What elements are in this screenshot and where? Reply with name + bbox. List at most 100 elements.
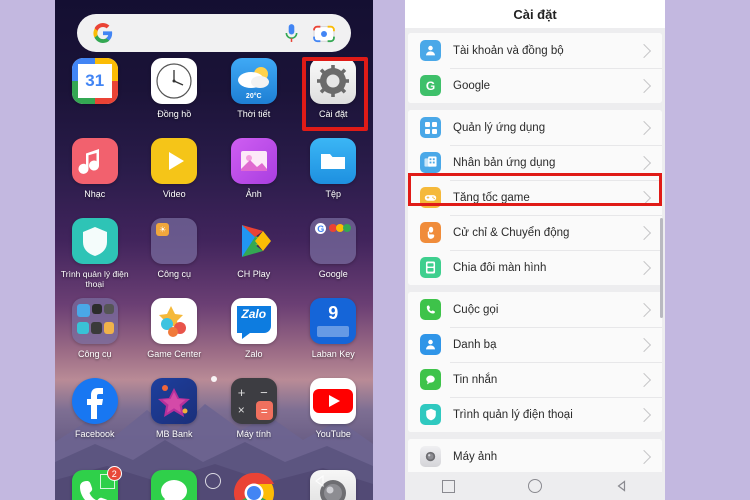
settings-row-phone-manager[interactable]: Trình quản lý điện thoại bbox=[408, 397, 662, 432]
circle-home-icon[interactable] bbox=[205, 473, 222, 489]
settings-row-label: Máy ảnh bbox=[453, 450, 498, 463]
game-center-icon bbox=[151, 298, 198, 344]
settings-scrollbar[interactable] bbox=[660, 218, 663, 318]
google-search-bar[interactable] bbox=[77, 14, 351, 52]
app-label: Trình quản lý điện thoại bbox=[60, 269, 129, 289]
app-game-center[interactable]: Game Center bbox=[135, 298, 215, 378]
square-recents-icon[interactable] bbox=[441, 479, 455, 493]
app-files[interactable]: Tệp bbox=[294, 138, 374, 218]
app-music[interactable]: Nhạc bbox=[55, 138, 135, 218]
app-label: Máy tính bbox=[236, 429, 271, 439]
chevron-right-icon bbox=[636, 225, 652, 240]
app-label: Facebook bbox=[74, 429, 115, 439]
message-bubble-icon bbox=[420, 369, 441, 390]
app-label: MB Bank bbox=[155, 429, 193, 439]
settings-row-game-boost[interactable]: Tăng tốc game bbox=[408, 180, 662, 215]
settings-row-label: Cử chỉ & Chuyển động bbox=[453, 226, 570, 239]
google-lens-icon[interactable] bbox=[313, 24, 335, 43]
laban-key-icon: 9 bbox=[310, 298, 357, 344]
clock-icon bbox=[151, 58, 198, 104]
microphone-icon[interactable] bbox=[284, 23, 299, 44]
app-label: Laban Key bbox=[311, 349, 355, 359]
app-calculator[interactable]: + − × = Máy tính bbox=[214, 378, 294, 458]
chevron-right-icon bbox=[636, 78, 652, 93]
phone-manager-shield-icon bbox=[71, 218, 118, 264]
settings-row-app-management[interactable]: Quản lý ứng dụng bbox=[408, 110, 662, 145]
app-label: Ảnh bbox=[245, 189, 262, 199]
app-label: YouTube bbox=[315, 429, 351, 439]
settings-row-gestures[interactable]: Cử chỉ & Chuyển động bbox=[408, 215, 662, 250]
app-phone-manager[interactable]: Trình quản lý điện thoại bbox=[55, 218, 135, 298]
app-label: Zalo bbox=[244, 349, 263, 359]
calendar-day: 31 bbox=[77, 64, 112, 98]
photos-icon bbox=[230, 138, 277, 184]
settings-row-label: Tài khoản và đồng bộ bbox=[453, 44, 564, 57]
utilities-folder-icon bbox=[71, 298, 118, 344]
circle-home-icon[interactable] bbox=[527, 479, 542, 493]
settings-row-label: Trình quản lý điện thoại bbox=[453, 408, 573, 421]
app-row: Nhạc Video Ảnh Tệp bbox=[55, 138, 373, 218]
settings-row-accounts[interactable]: Tài khoản và đồng bộ bbox=[408, 33, 662, 68]
app-calendar[interactable]: 31 Lịch bbox=[55, 58, 135, 138]
settings-row-label: Chia đôi màn hình bbox=[453, 261, 547, 274]
app-video[interactable]: Video bbox=[135, 138, 215, 218]
settings-row-contacts[interactable]: Danh bạ bbox=[408, 327, 662, 362]
app-play-store[interactable]: CH Play bbox=[214, 218, 294, 298]
app-label: Công cụ bbox=[157, 269, 192, 279]
youtube-icon bbox=[310, 378, 357, 424]
settings-row-google[interactable]: G Google bbox=[408, 68, 662, 103]
triangle-back-icon[interactable] bbox=[615, 479, 629, 493]
settings-row-label: Google bbox=[453, 79, 491, 92]
app-laban-key[interactable]: 9 Laban Key bbox=[294, 298, 374, 378]
settings-header: Cài đặt bbox=[405, 0, 665, 28]
triangle-back-icon[interactable] bbox=[312, 473, 328, 489]
settings-row-camera[interactable]: Máy ảnh bbox=[408, 439, 662, 474]
page-title: Cài đặt bbox=[513, 6, 557, 22]
settings-row-label: Quản lý ứng dụng bbox=[453, 121, 546, 134]
settings-row-label: Danh bạ bbox=[453, 338, 497, 351]
app-utilities-folder[interactable]: Công cụ bbox=[55, 298, 135, 378]
app-weather[interactable]: 20°C Thời tiết bbox=[214, 58, 294, 138]
app-label: CH Play bbox=[237, 269, 271, 279]
settings-row-app-clone[interactable]: Nhân bản ứng dụng bbox=[408, 145, 662, 180]
app-tools-folder[interactable]: ☀ Công cụ bbox=[135, 218, 215, 298]
app-clock[interactable]: Đồng hồ bbox=[135, 58, 215, 138]
settings-app-highlight bbox=[302, 57, 368, 131]
settings-list[interactable]: Tài khoản và đồng bộ G Google Quản lý ứn… bbox=[405, 28, 665, 474]
app-facebook[interactable]: Facebook bbox=[55, 378, 135, 458]
zalo-icon: Zalo bbox=[230, 298, 277, 344]
facebook-icon bbox=[71, 378, 118, 424]
app-clone-icon bbox=[420, 152, 441, 173]
chevron-right-icon bbox=[636, 302, 652, 317]
left-nav-bar bbox=[55, 462, 373, 500]
gamepad-icon bbox=[420, 187, 441, 208]
app-label: Google bbox=[318, 269, 348, 279]
music-icon bbox=[71, 138, 118, 184]
settings-row-label: Cuộc gọi bbox=[453, 303, 499, 316]
app-zalo[interactable]: Zalo Zalo bbox=[214, 298, 294, 378]
app-photos[interactable]: Ảnh bbox=[214, 138, 294, 218]
chevron-right-icon bbox=[636, 407, 652, 422]
app-mb-bank[interactable]: MB Bank bbox=[135, 378, 215, 458]
apps-group: Quản lý ứng dụng Nhân bản ứng dụng Tăng … bbox=[408, 110, 662, 285]
settings-row-messages[interactable]: Tin nhắn bbox=[408, 362, 662, 397]
settings-row-split-screen[interactable]: Chia đôi màn hình bbox=[408, 250, 662, 285]
app-label: Thời tiết bbox=[237, 109, 271, 119]
shield-manager-icon bbox=[420, 404, 441, 425]
app-label: Game Center bbox=[147, 349, 202, 359]
app-row: Công cụ Game Center Zalo Zalo 9 Laban Ke… bbox=[55, 298, 373, 378]
settings-row-calls[interactable]: Cuộc gọi bbox=[408, 292, 662, 327]
app-google-folder[interactable]: G Google bbox=[294, 218, 374, 298]
app-row: Trình quản lý điện thoại ☀ Công cụ CH Pl… bbox=[55, 218, 373, 298]
settings-row-label: Tăng tốc game bbox=[453, 191, 530, 204]
play-store-icon bbox=[231, 218, 277, 264]
tools-folder-icon: ☀ bbox=[151, 218, 198, 264]
gesture-hand-icon bbox=[420, 222, 441, 243]
chevron-right-icon bbox=[636, 372, 652, 387]
google-g-icon bbox=[93, 23, 113, 43]
chevron-right-icon bbox=[636, 43, 652, 58]
weather-icon: 20°C bbox=[230, 58, 277, 104]
notification-badge: 2 bbox=[106, 466, 122, 481]
calculator-icon: + − × = bbox=[230, 378, 277, 424]
app-youtube[interactable]: YouTube bbox=[294, 378, 374, 458]
